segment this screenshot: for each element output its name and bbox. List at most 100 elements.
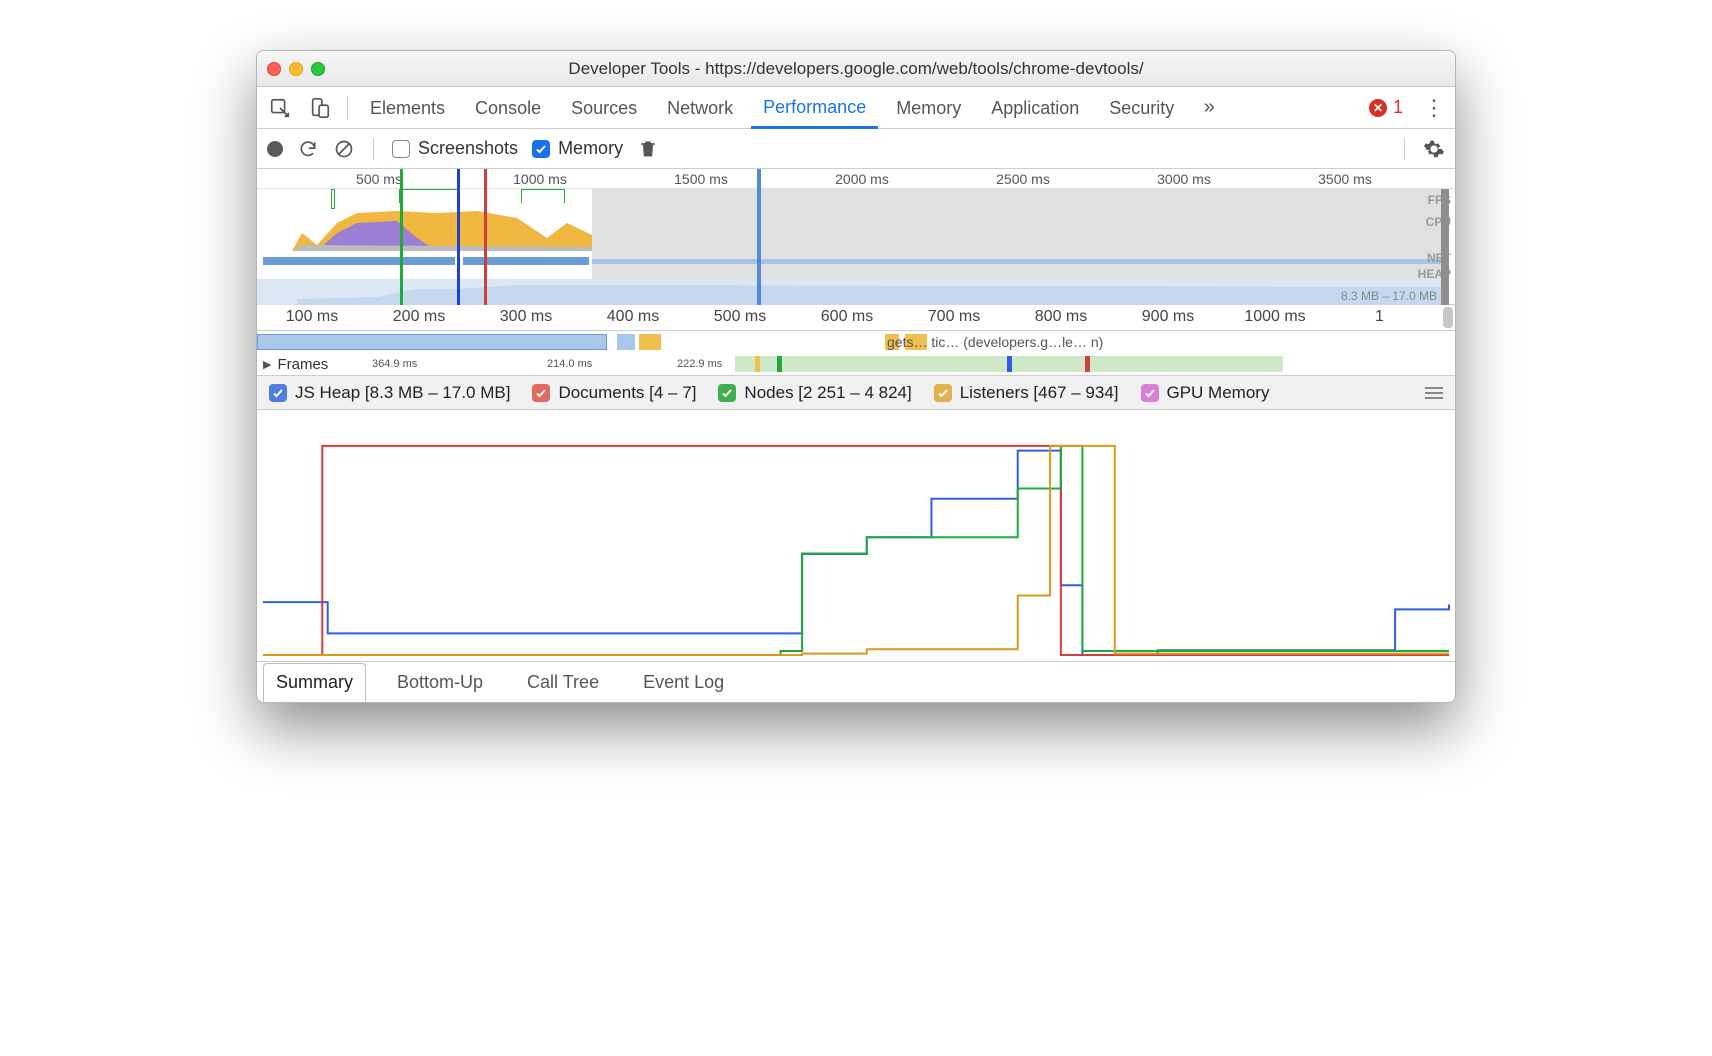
legend-checkbox-icon [718, 384, 736, 402]
tab-sources[interactable]: Sources [559, 88, 649, 127]
frame-timing: 222.9 ms [677, 358, 722, 370]
record-button[interactable] [267, 141, 283, 157]
ruler-tick: 500 ms [356, 171, 402, 187]
device-toggle-icon[interactable] [303, 91, 337, 125]
memory-chart[interactable] [257, 410, 1455, 662]
tab-elements[interactable]: Elements [358, 88, 457, 127]
tab-network[interactable]: Network [655, 88, 745, 127]
legend-gpu[interactable]: GPU Memory [1141, 383, 1270, 403]
summary-tabs: Summary Bottom-Up Call Tree Event Log [257, 662, 1455, 702]
ruler-tick: 3000 ms [1157, 171, 1211, 187]
network-bar [639, 334, 661, 350]
checkbox-on-icon [532, 140, 550, 158]
ruler-tick: 100 ms [286, 308, 338, 326]
frames-label: Frames [277, 356, 328, 373]
ruler-tick: 200 ms [393, 308, 445, 326]
ruler-tick: 700 ms [928, 308, 980, 326]
marker-red [484, 169, 487, 305]
legend-js-heap[interactable]: JS Heap [8.3 MB – 17.0 MB] [269, 383, 510, 403]
network-bar [617, 334, 635, 350]
frames-row[interactable]: ▶ Frames 364.9 ms 214.0 ms 222.9 ms [257, 353, 1455, 375]
frame-marker [1085, 356, 1090, 372]
ruler-tick: 900 ms [1142, 308, 1194, 326]
ruler-tick: 1000 ms [513, 171, 567, 187]
frame-timing: 364.9 ms [372, 358, 417, 370]
divider [1404, 138, 1405, 160]
overview-ruler: 500 ms 1000 ms 1500 ms 2000 ms 2500 ms 3… [257, 169, 1455, 189]
flame-panel[interactable]: ▶Network lopers.google.com/ (developers.… [257, 331, 1455, 376]
ruler-tick: 400 ms [607, 308, 659, 326]
settings-gear-icon[interactable] [1423, 138, 1445, 160]
clear-icon[interactable] [333, 138, 355, 160]
marker-blue [457, 169, 460, 305]
ruler-tick: 1500 ms [674, 171, 728, 187]
more-tabs-icon[interactable]: » [1192, 91, 1226, 125]
legend-js-heap-label: JS Heap [8.3 MB – 17.0 MB] [295, 383, 510, 403]
cpu-chart [257, 203, 592, 253]
devtools-tabs: Elements Console Sources Network Perform… [257, 87, 1455, 129]
screenshots-label: Screenshots [418, 138, 518, 159]
divider [347, 96, 348, 120]
legend-menu-icon[interactable] [1425, 387, 1443, 399]
perf-toolbar: Screenshots Memory [257, 129, 1455, 169]
detail-ruler[interactable]: 100 ms 200 ms 300 ms 400 ms 500 ms 600 m… [257, 305, 1455, 331]
screenshots-checkbox[interactable]: Screenshots [392, 138, 518, 159]
devtools-window: Developer Tools - https://developers.goo… [256, 50, 1456, 703]
overview-body[interactable]: 8.3 MB – 17.0 MB FPS CPU NET HEAP [257, 189, 1455, 305]
overview-right-handle[interactable] [1441, 189, 1449, 305]
error-count: 1 [1393, 97, 1403, 118]
frame-marker [777, 356, 782, 372]
memory-legend: JS Heap [8.3 MB – 17.0 MB] Documents [4 … [257, 376, 1455, 410]
divider [373, 138, 374, 160]
tab-application[interactable]: Application [979, 88, 1091, 127]
disclosure-triangle-icon[interactable]: ▶ [263, 358, 271, 371]
tab-event-log[interactable]: Event Log [630, 663, 737, 702]
delete-icon[interactable] [637, 138, 659, 160]
ruler-tick: 1000 ms [1244, 308, 1305, 326]
heap-range-label: 8.3 MB – 17.0 MB [1341, 289, 1437, 303]
error-badge[interactable]: ✕ 1 [1369, 97, 1403, 118]
memory-checkbox[interactable]: Memory [532, 138, 623, 159]
legend-checkbox-icon [532, 384, 550, 402]
frame-marker [1007, 356, 1012, 372]
playhead[interactable] [757, 169, 761, 305]
frame-timing: 214.0 ms [547, 358, 592, 370]
tab-summary[interactable]: Summary [263, 663, 366, 702]
legend-nodes[interactable]: Nodes [2 251 – 4 824] [718, 383, 911, 403]
ruler-tick: 3500 ms [1318, 171, 1372, 187]
legend-listeners-label: Listeners [467 – 934] [960, 383, 1119, 403]
tab-security[interactable]: Security [1097, 88, 1186, 127]
ruler-tick: 800 ms [1035, 308, 1087, 326]
tab-console[interactable]: Console [463, 88, 553, 127]
overview-timeline[interactable]: 500 ms 1000 ms 1500 ms 2000 ms 2500 ms 3… [257, 169, 1455, 305]
legend-listeners[interactable]: Listeners [467 – 934] [934, 383, 1119, 403]
network-row[interactable]: ▶Network lopers.google.com/ (developers.… [257, 331, 1455, 353]
fps-bar [521, 189, 565, 203]
legend-gpu-label: GPU Memory [1167, 383, 1270, 403]
network-bar [257, 334, 607, 350]
ruler-tick: 2500 ms [996, 171, 1050, 187]
tab-performance[interactable]: Performance [751, 87, 878, 129]
legend-checkbox-icon [269, 384, 287, 402]
frame-marker [755, 356, 760, 372]
ruler-tick: 300 ms [500, 308, 552, 326]
vertical-scrollbar[interactable] [1443, 307, 1453, 328]
tab-call-tree[interactable]: Call Tree [514, 663, 612, 702]
ruler-tick: 2000 ms [835, 171, 889, 187]
inspect-icon[interactable] [263, 91, 297, 125]
heap-bar [257, 279, 1441, 305]
legend-checkbox-icon [934, 384, 952, 402]
kebab-menu-icon[interactable]: ⋮ [1419, 95, 1449, 121]
window-titlebar: Developer Tools - https://developers.goo… [257, 51, 1455, 87]
reload-icon[interactable] [297, 138, 319, 160]
window-title: Developer Tools - https://developers.goo… [257, 59, 1455, 79]
ruler-tick: 500 ms [714, 308, 766, 326]
fps-bar [399, 189, 459, 203]
tab-bottom-up[interactable]: Bottom-Up [384, 663, 496, 702]
fps-bar [331, 189, 335, 209]
net-bar [592, 259, 1441, 264]
legend-documents[interactable]: Documents [4 – 7] [532, 383, 696, 403]
tab-memory[interactable]: Memory [884, 88, 973, 127]
ruler-tick: 600 ms [821, 308, 873, 326]
error-icon: ✕ [1369, 99, 1387, 117]
